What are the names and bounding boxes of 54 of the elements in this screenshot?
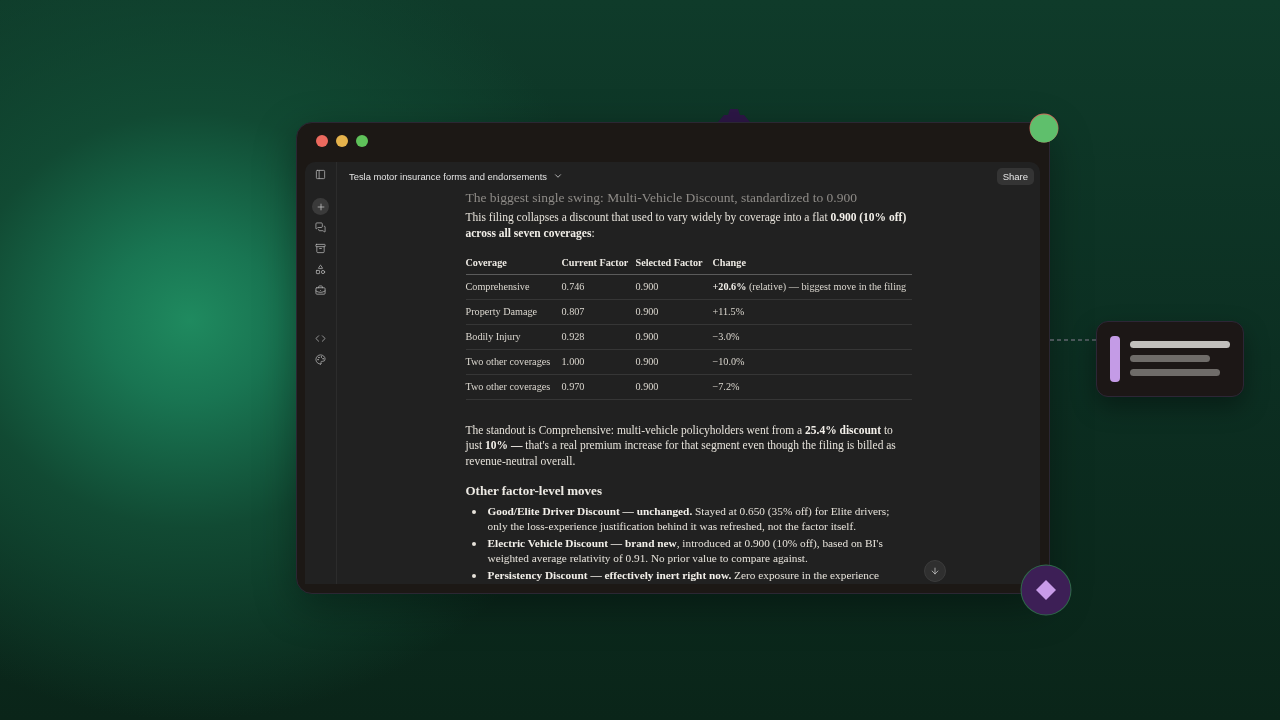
dot-icon [1029, 113, 1059, 143]
list-item-text: Persistency Discount — effectively inert right now. Zero exposure in the experience [487, 569, 879, 581]
paragraph: This filing collapses a discount that used to vary widely by coverage into a flat 0.900 (10% off) across all seven coverages: [465, 211, 907, 239]
archive-icon[interactable] [315, 243, 326, 254]
maximize-dot-icon[interactable] [356, 135, 368, 147]
bullet-icon [471, 542, 476, 546]
close-dot-icon[interactable] [316, 135, 328, 147]
palette-icon[interactable] [315, 354, 326, 365]
briefcase-icon[interactable] [315, 285, 326, 296]
scroll-down-button[interactable] [924, 560, 946, 582]
table-cell: 0.807 [561, 306, 585, 317]
paragraph: The standout is Comprehensive: multi-vehicle policyholders went from a 25.4% discount to just 10% — that's a real premium increase for that segment even though the filing is billed as revenue-neutral overall. [465, 423, 896, 467]
table-cell: +11.5% [712, 306, 745, 317]
table-cell: 1.000 [561, 356, 585, 367]
list-item-text: Electric Vehicle Discount — brand new, introduced at 0.900 (10% off), based on BI's weighted average relativity of 0.91. No prior value to compare against. [487, 537, 883, 564]
column-header: Selected Factor [635, 257, 703, 269]
table-cell: 0.900 [635, 306, 659, 317]
shapes-icon[interactable] [315, 264, 326, 275]
table-cell: 0.746 [561, 281, 585, 292]
table-cell: 0.900 [635, 281, 659, 292]
table-cell: −3.0% [712, 331, 740, 342]
table-cell: Two other coverages [465, 356, 551, 367]
table-cell: Comprehensive [465, 281, 530, 292]
table-cell: Property Damage [465, 306, 538, 317]
minimize-dot-icon[interactable] [336, 135, 348, 147]
section-heading: Other factor-level moves [465, 482, 603, 499]
table-cell: 0.900 [635, 331, 659, 342]
section-heading: The biggest single swing: Multi-Vehicle Discount, standardized to 0.900 [465, 190, 858, 205]
accent-bar [1110, 336, 1120, 382]
chevron-down-icon [553, 171, 563, 181]
chat-bubbles-icon[interactable] [315, 222, 326, 233]
panel-icon[interactable] [315, 169, 326, 180]
plus-icon[interactable] [312, 198, 329, 215]
table-cell: 0.900 [635, 356, 659, 367]
table-cell: Two other coverages [465, 381, 551, 392]
table-cell: 0.900 [635, 381, 659, 392]
title-dropdown[interactable]: Tesla motor insurance forms and endorsements [349, 170, 563, 182]
code-icon[interactable] [315, 333, 326, 344]
column-header: Coverage [465, 257, 507, 269]
diamond-icon [1020, 564, 1072, 616]
dashed-connector [1050, 337, 1096, 343]
bullet-icon [471, 510, 476, 514]
column-header: Change [712, 257, 746, 269]
table-cell: Bodily Injury [465, 331, 521, 342]
table-cell: +20.6% (relative) — biggest move in the filing [712, 281, 907, 292]
share-button[interactable]: Share [996, 167, 1034, 185]
table-cell: 0.928 [561, 331, 585, 342]
list-item-text: Good/Elite Driver Discount — unchanged. Stayed at 0.650 (35% off) for Elite drivers; only the loss-experience justification behind it was refreshed, not the factor itself. [487, 505, 890, 532]
bullet-icon [471, 574, 476, 578]
table-cell: 0.970 [561, 381, 585, 392]
column-header: Current Factor [561, 257, 629, 269]
arrow-down-icon [930, 566, 940, 576]
table-cell: −10.0% [712, 356, 745, 367]
table-cell: −7.2% [712, 381, 740, 392]
